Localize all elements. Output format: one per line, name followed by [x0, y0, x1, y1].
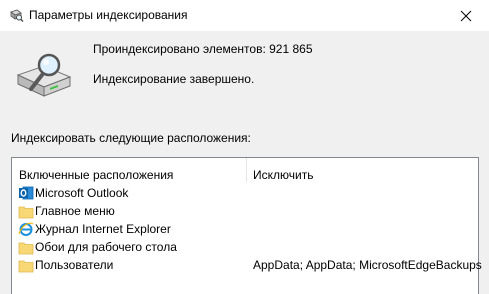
column-header-exclude[interactable]: Исключить	[253, 168, 313, 182]
indexing-options-icon	[8, 7, 24, 23]
exclude-value: AppData; AppData; MicrosoftEdgeBackups	[253, 258, 482, 272]
location-row-start-menu[interactable]: Главное меню	[12, 202, 478, 220]
column-divider[interactable]	[246, 158, 247, 182]
location-label: Обои для рабочего стола	[35, 240, 177, 254]
locations-section-label: Индексировать следующие расположения:	[11, 131, 251, 145]
indexing-status-text: Индексирование завершено.	[93, 72, 255, 86]
window-title: Параметры индексирования	[29, 8, 188, 22]
internet-explorer-icon	[18, 221, 34, 237]
location-row-outlook[interactable]: Microsoft Outlook	[12, 184, 478, 202]
location-label: Microsoft Outlook	[35, 186, 129, 200]
list-header: Включенные расположения Исключить	[12, 158, 478, 182]
locations-list[interactable]: Включенные расположения Исключить Micros…	[11, 157, 482, 294]
folder-icon	[18, 239, 34, 255]
outlook-icon	[18, 185, 34, 201]
close-icon	[460, 10, 472, 22]
location-label: Журнал Internet Explorer	[35, 222, 171, 236]
location-label: Пользователи	[35, 258, 114, 272]
drive-search-icon	[14, 53, 76, 103]
title-bar: Параметры индексирования	[0, 0, 489, 31]
location-row-ie-history[interactable]: Журнал Internet Explorer	[12, 220, 478, 238]
location-row-users[interactable]: Пользователи AppData; AppData; Microsoft…	[12, 256, 482, 274]
location-row-wallpapers[interactable]: Обои для рабочего стола	[12, 238, 478, 256]
location-label: Главное меню	[35, 204, 115, 218]
folder-icon	[18, 203, 34, 219]
folder-icon	[18, 257, 34, 273]
close-button[interactable]	[443, 0, 489, 31]
indexed-count-text: Проиндексировано элементов: 921 865	[93, 42, 313, 56]
column-header-included[interactable]: Включенные расположения	[19, 168, 173, 182]
